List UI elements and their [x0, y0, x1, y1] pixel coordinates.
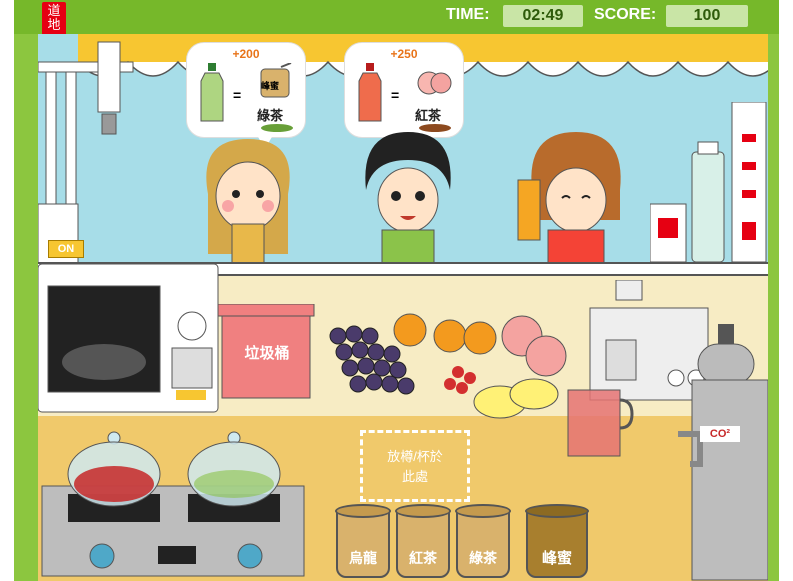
power-on-button[interactable]: ON: [48, 240, 84, 258]
drop-zone-line2: 此處: [401, 469, 428, 484]
green-tea-leaves-icon: [261, 124, 293, 132]
jar-lid: [395, 504, 451, 518]
drop-zone[interactable]: 放樽/杯於 此處: [360, 430, 470, 502]
customer-2[interactable]: [348, 130, 468, 264]
time-value: 02:49: [503, 5, 583, 27]
juice-pitcher[interactable]: [564, 386, 634, 460]
order-2-points: +250: [390, 47, 418, 61]
co2-label: CO²: [700, 426, 740, 442]
green-tea-jar[interactable]: 綠茶: [455, 504, 511, 578]
microwave[interactable]: [38, 264, 220, 414]
stove-with-teapots[interactable]: [38, 426, 308, 581]
black-tea-jar[interactable]: 紅茶: [395, 504, 451, 578]
customer-1[interactable]: [188, 134, 308, 264]
order-1-points: +200: [232, 47, 260, 61]
order-1-ingredient: 峰蜜: [261, 81, 280, 91]
order-bubble-2: +250 = 紅茶: [344, 42, 464, 149]
order-2-equals: =: [391, 87, 400, 103]
game-area: 道地 TIME: 02:49 SCORE: 100 ON +200 = 峰蜜 綠…: [14, 0, 779, 581]
honey-jar-label: 峰蜜: [541, 550, 572, 567]
jar-lid: [525, 504, 589, 518]
black-tea-bottle-icon: [358, 63, 382, 122]
jar-lid: [455, 504, 511, 518]
customer-3[interactable]: [508, 130, 638, 264]
oolong-tea-jar[interactable]: 烏龍: [335, 504, 391, 578]
right-margin: [779, 0, 793, 581]
drop-zone-line1: 放樽/杯於: [387, 449, 443, 464]
score-value: 100: [666, 5, 748, 27]
time-label: TIME:: [446, 6, 490, 23]
left-margin: [0, 0, 14, 581]
green-tea-bottle-icon: [200, 63, 224, 122]
score-label: SCORE:: [594, 6, 657, 23]
dispenser-machine: [38, 41, 134, 265]
honey-jar[interactable]: 峰蜜: [525, 504, 589, 578]
order-1-result: 綠茶: [257, 108, 284, 123]
peach-icon: [417, 71, 452, 95]
black-tea-jar-label: 紅茶: [409, 550, 437, 566]
order-1-equals: =: [233, 87, 242, 103]
cups-and-water-bottle[interactable]: [650, 102, 768, 272]
tea-shop-scene: ON +200 = 峰蜜 綠茶 +250 = 紅茶 垃圾桶 CO² 放樽/杯於 …: [38, 34, 768, 581]
green-tea-jar-label: 綠茶: [469, 550, 497, 566]
jar-lid: [335, 504, 391, 518]
trash-bin-label: 垃圾桶: [244, 345, 290, 362]
game-frame: 道地 TIME: 02:49 SCORE: 100 ON +200 = 峰蜜 綠…: [0, 0, 793, 581]
co2-tank[interactable]: [678, 324, 768, 581]
oolong-jar-label: 烏龍: [349, 550, 377, 566]
order-2-result: 紅茶: [415, 108, 442, 123]
top-bar: 道地 TIME: 02:49 SCORE: 100: [14, 0, 779, 46]
order-bubble-1: +200 = 峰蜜 綠茶: [186, 42, 306, 149]
